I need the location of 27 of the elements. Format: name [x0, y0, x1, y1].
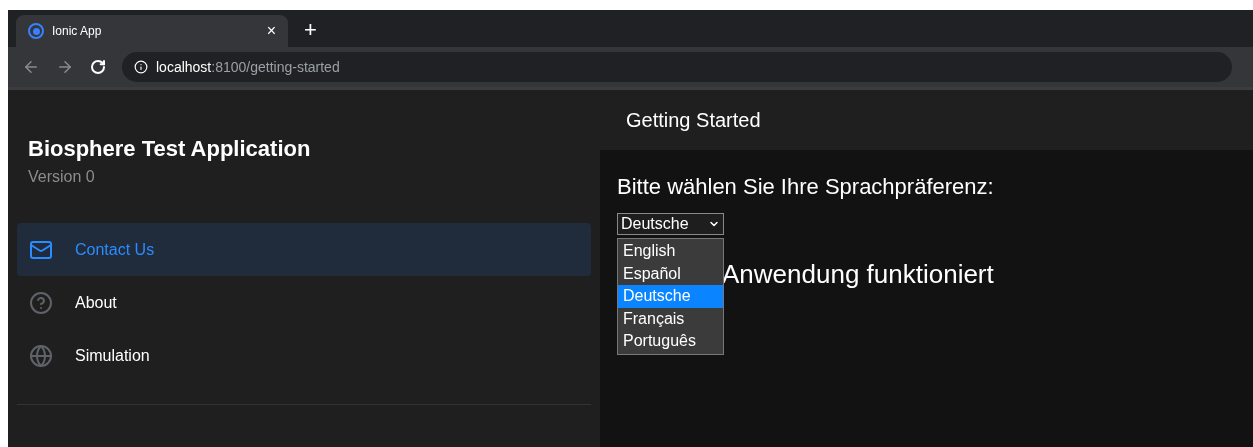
menu-item[interactable]: Contact Us: [17, 223, 591, 276]
menu-item[interactable]: Simulation: [17, 329, 591, 382]
tab-title: Ionic App: [52, 23, 103, 40]
forward-icon[interactable]: [56, 58, 74, 76]
language-prompt: Bitte wählen Sie Ihre Sprachpräferenz:: [617, 173, 995, 201]
page-title: Getting Started: [626, 108, 761, 133]
ionic-logo-icon: [28, 23, 44, 39]
globe-icon: [29, 343, 53, 368]
dropdown-option[interactable]: English: [618, 240, 723, 263]
close-tab-button[interactable]: ×: [266, 23, 276, 39]
app-title: Biosphere Test Application: [27, 135, 312, 163]
reload-icon[interactable]: [90, 59, 106, 75]
page-heading: Anwendung funktioniert: [722, 258, 994, 291]
question-mark-icon: [29, 290, 53, 315]
address-bar[interactable]: localhost:8100/getting-started: [122, 52, 1232, 82]
dropdown-option[interactable]: Español: [618, 262, 723, 285]
new-tab-button[interactable]: +: [304, 19, 317, 41]
back-icon[interactable]: [22, 58, 40, 76]
url-text: localhost:8100/getting-started: [156, 57, 340, 77]
browser-tab[interactable]: Ionic App ×: [16, 15, 288, 47]
menu-item[interactable]: About: [17, 276, 591, 329]
language-select[interactable]: Deutsche: [617, 213, 724, 235]
dropdown-option[interactable]: Français: [618, 307, 723, 330]
dropdown-option[interactable]: Português: [618, 330, 723, 353]
info-icon: [134, 60, 148, 74]
dropdown-option[interactable]: Deutsche: [618, 285, 723, 308]
app-version: Version 0: [27, 167, 96, 187]
